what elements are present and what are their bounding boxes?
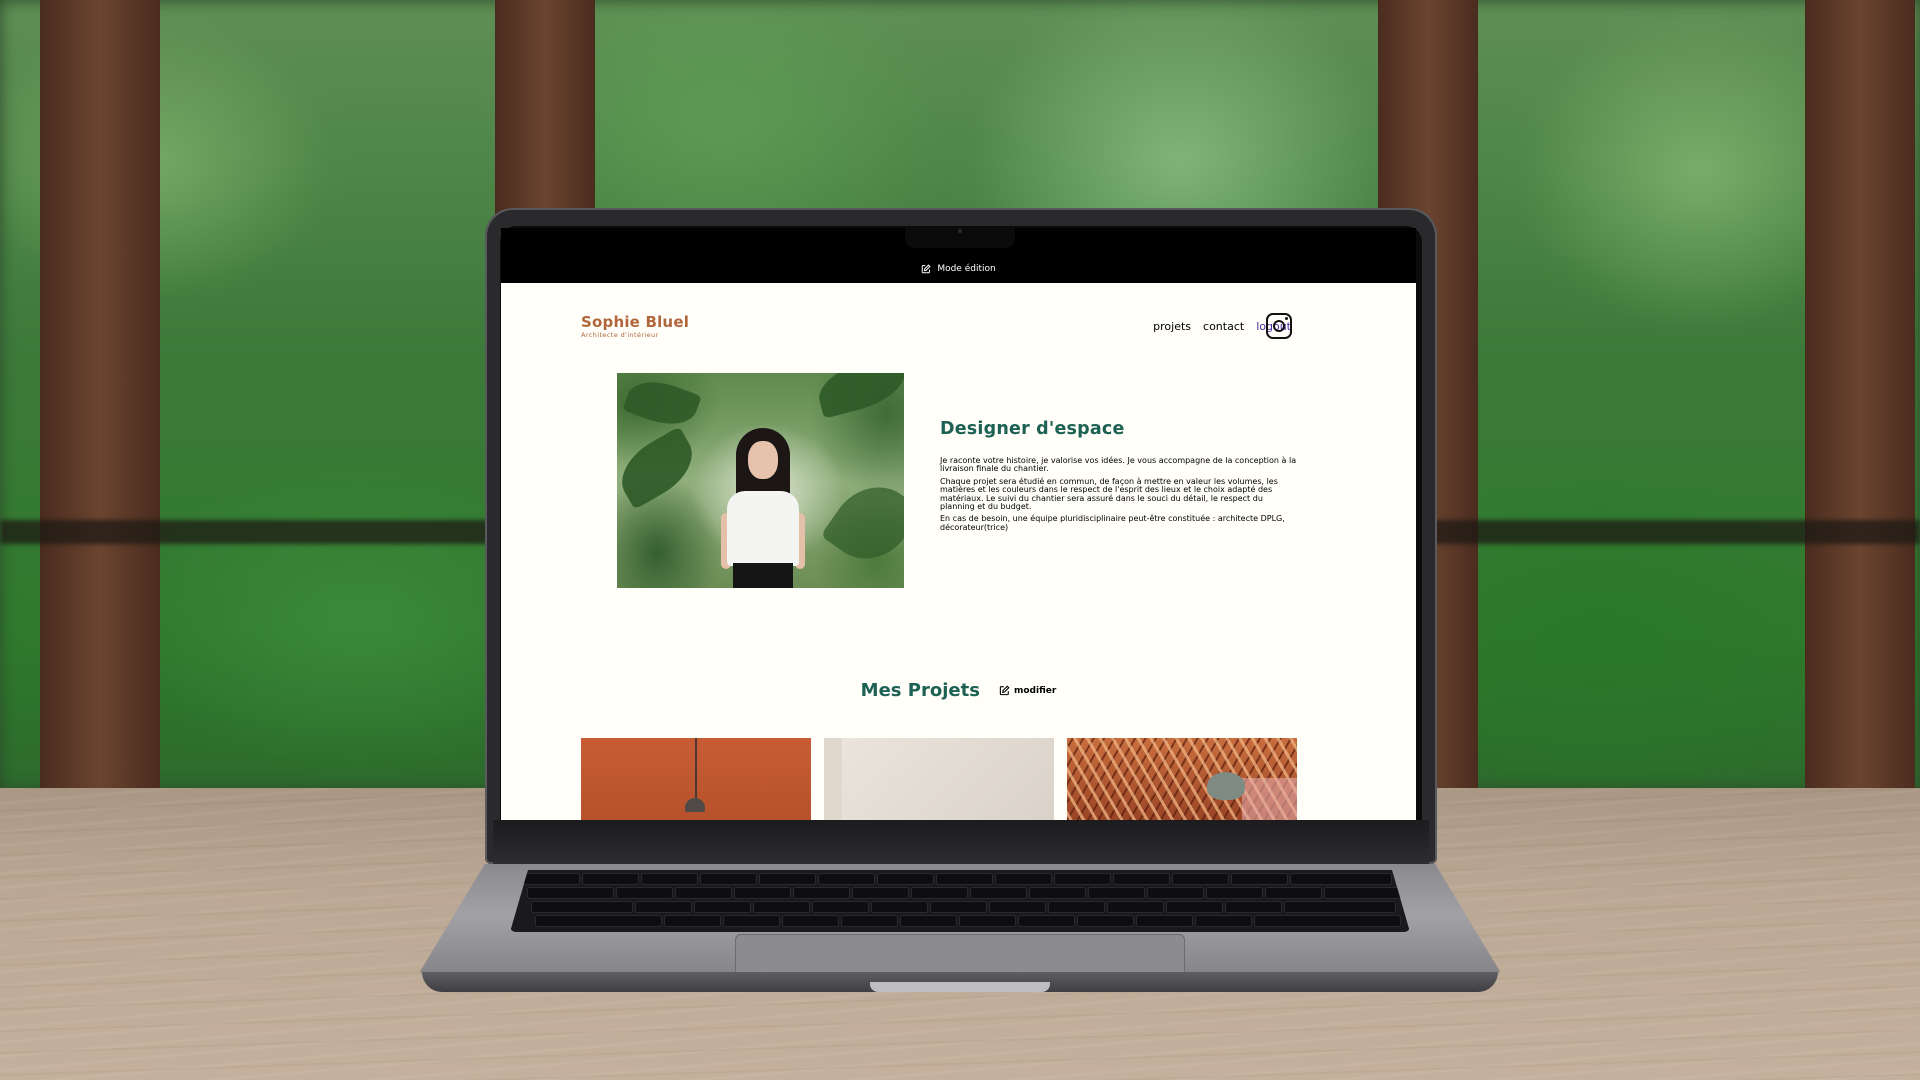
key-row [536, 916, 1400, 926]
keyboard-key [1207, 888, 1262, 898]
keyboard-key [1089, 888, 1144, 898]
intro-text: Je raconte votre histoire, je valorise v… [940, 456, 1300, 536]
keyboard-key [754, 902, 809, 912]
lamp-cord [695, 738, 697, 800]
modifier-label: modifier [1014, 685, 1057, 696]
keyboard-key [990, 902, 1045, 912]
keyboard-key [931, 902, 986, 912]
pen-square-icon [999, 685, 1010, 696]
edit-mode-label: Mode édition [937, 264, 996, 274]
leaf-shape [812, 373, 904, 419]
keyboard-key [1285, 902, 1395, 912]
keyboard-key [1266, 888, 1321, 898]
keyboard-key [735, 888, 790, 898]
wall-edge [824, 738, 842, 820]
keyboard-key [813, 902, 868, 912]
keyboard-key [1078, 916, 1133, 926]
key-row [532, 902, 1395, 912]
keyboard-key [528, 888, 613, 898]
leaf-shape [617, 426, 705, 510]
person-skirt [733, 563, 793, 588]
keyboard-key [665, 916, 720, 926]
nav-projets[interactable]: projets [1153, 320, 1191, 333]
project-card[interactable] [581, 738, 811, 820]
keyboard-key [642, 874, 697, 884]
keyboard-key [878, 874, 933, 884]
window-frame [40, 0, 160, 790]
browser-viewport: Mode édition Sophie Bluel Architecte d'i… [501, 228, 1416, 820]
leaf-shape [622, 373, 702, 434]
keyboard-key [1049, 902, 1104, 912]
keyboard-key [1196, 916, 1251, 926]
keyboard-key [842, 916, 897, 926]
person-shirt [727, 491, 799, 566]
lamp-shade [685, 798, 705, 812]
laptop-hinge [493, 820, 1429, 866]
keyboard-key [760, 874, 815, 884]
keyboard-key [695, 902, 750, 912]
keyboard-key [794, 888, 849, 898]
keyboard-key [853, 888, 908, 898]
brand-subtitle: Architecte d'intérieur [581, 331, 659, 339]
project-card[interactable] [824, 738, 1054, 820]
key-row [528, 888, 1400, 898]
project-card[interactable] [1067, 738, 1297, 820]
keyboard-key [1055, 874, 1110, 884]
keyboard-key [1108, 902, 1163, 912]
person-face [748, 441, 778, 479]
keyboard-key [872, 902, 927, 912]
keyboard-key [583, 874, 638, 884]
keyboard-key [536, 916, 661, 926]
site-header: Sophie Bluel Architecte d'intérieur proj… [501, 283, 1416, 363]
keyboard-key [819, 874, 874, 884]
intro-paragraph: En cas de besoin, une équipe pluridiscip… [940, 514, 1285, 532]
keyboard-key [971, 888, 1026, 898]
keyboard-key [1137, 916, 1192, 926]
keyboard-key [783, 916, 838, 926]
keyboard-key [701, 874, 756, 884]
keyboard [510, 870, 1410, 932]
keyboard-key [1226, 902, 1281, 912]
keyboard-key [1167, 902, 1222, 912]
keyboard-key [636, 902, 691, 912]
key-row [524, 874, 1391, 884]
keyboard-key [996, 874, 1051, 884]
pen-square-icon [922, 264, 931, 274]
keyboard-key [1291, 874, 1391, 884]
keyboard-key [912, 888, 967, 898]
keyboard-key [532, 902, 632, 912]
instagram-icon[interactable] [1266, 313, 1292, 339]
keyboard-key [1325, 888, 1400, 898]
keyboard-key [676, 888, 731, 898]
keyboard-key [1148, 888, 1203, 898]
glass-panel [1242, 778, 1297, 820]
window-frame [1805, 0, 1915, 790]
keyboard-key [1114, 874, 1169, 884]
keyboard-key [1030, 888, 1085, 898]
keyboard-key [960, 916, 1015, 926]
brand-name[interactable]: Sophie Bluel [581, 313, 689, 331]
keyboard-key [1019, 916, 1074, 926]
profile-photo [617, 373, 904, 588]
intro-paragraph: Je raconte votre histoire, je valorise v… [940, 456, 1297, 474]
intro-title: Designer d'espace [940, 419, 1125, 439]
leaf-shape [820, 470, 904, 576]
keyboard-key [524, 874, 579, 884]
keyboard-key [1255, 916, 1400, 926]
lid-opening-notch [870, 982, 1050, 992]
keyboard-key [617, 888, 672, 898]
nav-contact[interactable]: contact [1203, 320, 1244, 333]
projects-header: Mes Projets modifier [501, 680, 1416, 701]
hanging-lamp [1207, 772, 1245, 800]
modifier-button[interactable]: modifier [999, 685, 1056, 696]
keyboard-key [724, 916, 779, 926]
projects-title: Mes Projets [860, 680, 980, 701]
keyboard-key [937, 874, 992, 884]
camera-icon [958, 229, 962, 233]
keyboard-key [901, 916, 956, 926]
intro-paragraph: Chaque projet sera étudié en commun, de … [940, 476, 1278, 512]
keyboard-key [1173, 874, 1228, 884]
keyboard-key [1232, 874, 1287, 884]
projects-gallery [581, 738, 1298, 820]
